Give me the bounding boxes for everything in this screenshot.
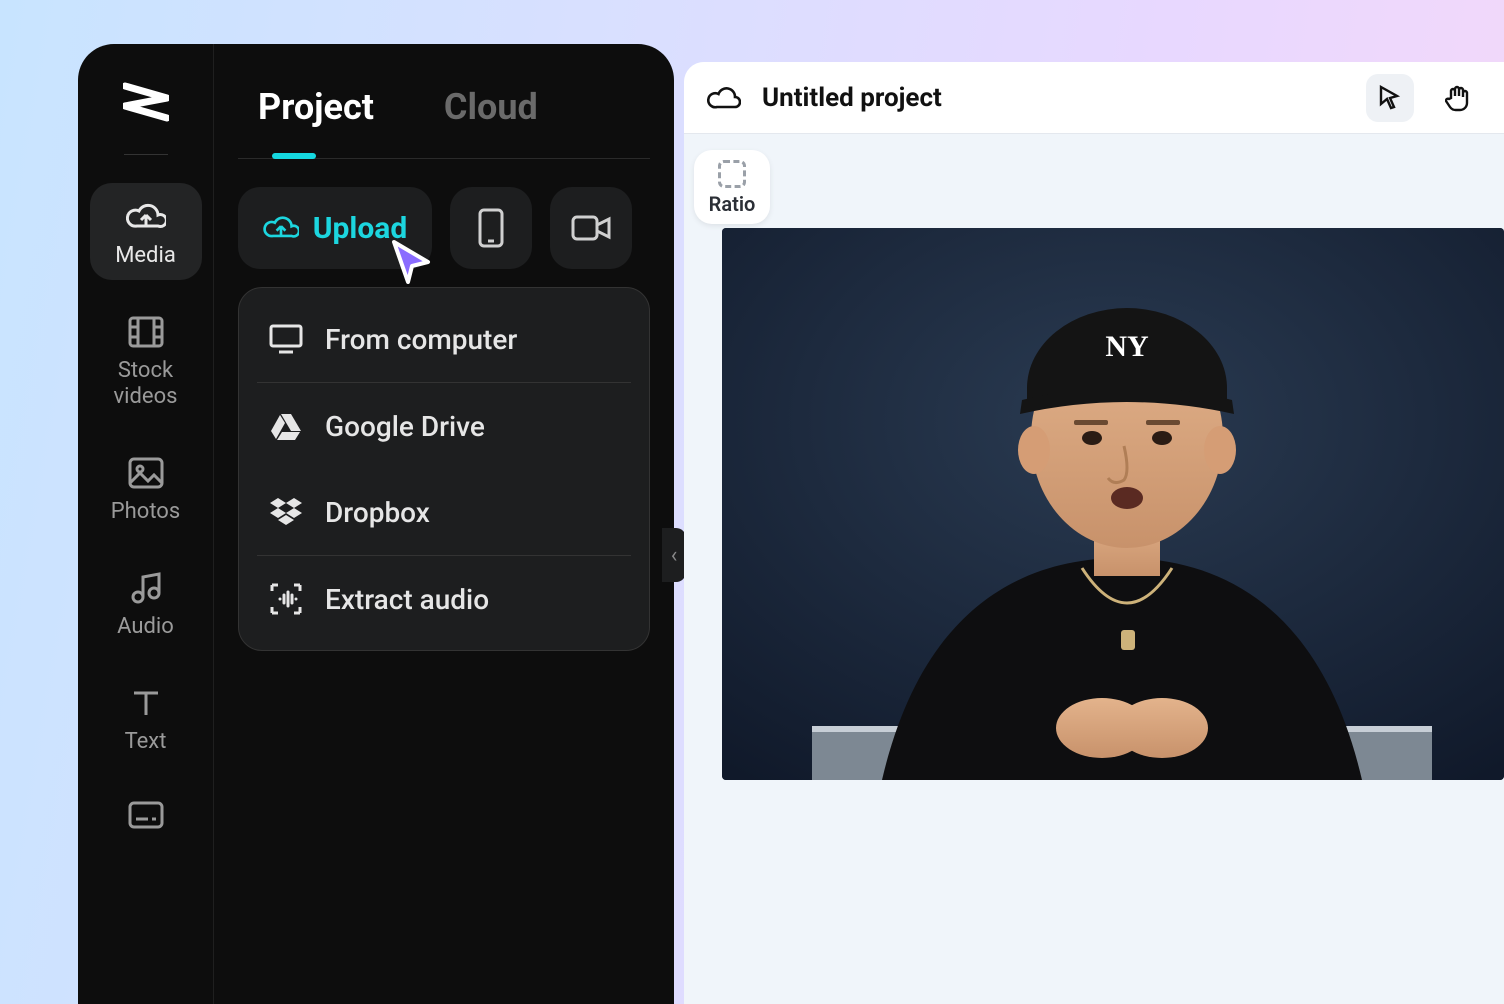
hand-icon (1445, 84, 1471, 112)
video-preview[interactable]: NY (722, 228, 1504, 780)
sidebar-rail: Media Stock videos Photos Audio Text (78, 44, 214, 1004)
dropdown-label: Dropbox (325, 496, 430, 529)
monitor-icon (269, 322, 303, 356)
mobile-import-button[interactable] (450, 187, 532, 269)
sidebar-item-captions[interactable] (90, 785, 202, 845)
sidebar-label: Photos (111, 499, 180, 524)
sidebar-label: Text (125, 729, 167, 754)
sidebar-item-audio[interactable]: Audio (90, 554, 202, 651)
ratio-label: Ratio (709, 192, 756, 216)
extract-icon (269, 582, 303, 616)
panel-tabs: Project Cloud (238, 44, 650, 159)
dropdown-label: Google Drive (325, 410, 485, 443)
dropdown-item-google-drive[interactable]: Google Drive (239, 383, 649, 469)
dropdown-label: From computer (325, 323, 517, 356)
app-logo[interactable] (118, 74, 174, 130)
sidebar-label: Audio (117, 614, 174, 639)
divider (124, 154, 168, 155)
action-row: Upload (238, 159, 650, 269)
project-title[interactable]: Untitled project (762, 83, 1346, 113)
tab-project[interactable]: Project (258, 86, 374, 158)
cloud-up-icon (126, 197, 166, 237)
upload-dropdown: From computer Google Drive Dropbox (238, 287, 650, 651)
media-panel: Media Stock videos Photos Audio Text (78, 44, 674, 1004)
camera-icon (571, 213, 611, 243)
preview-frame: NY (722, 228, 1504, 780)
select-tool-button[interactable] (1366, 74, 1414, 122)
sidebar-label: Media (115, 243, 176, 268)
sidebar-item-text[interactable]: Text (90, 669, 202, 766)
image-icon (126, 453, 166, 493)
dropdown-item-from-computer[interactable]: From computer (239, 296, 649, 382)
ratio-button[interactable]: Ratio (694, 150, 770, 224)
sidebar-label: Stock videos (114, 358, 178, 409)
tab-cloud[interactable]: Cloud (444, 86, 538, 158)
sidebar-item-stock-videos[interactable]: Stock videos (90, 298, 202, 421)
caption-icon (126, 795, 166, 835)
panel-collapse-handle[interactable]: ‹ (662, 528, 686, 582)
dropdown-label: Extract audio (325, 583, 489, 616)
dropdown-item-extract-audio[interactable]: Extract audio (239, 556, 649, 642)
record-button[interactable] (550, 187, 632, 269)
canvas-area: Untitled project Ratio (684, 62, 1504, 1004)
ratio-icon (718, 160, 746, 188)
svg-text:NY: NY (1105, 330, 1149, 363)
gdrive-icon (269, 409, 303, 443)
cursor-icon (1378, 85, 1402, 111)
sidebar-item-media[interactable]: Media (90, 183, 202, 280)
film-icon (126, 312, 166, 352)
hand-tool-button[interactable] (1434, 74, 1482, 122)
cloud-up-icon (263, 213, 299, 243)
music-icon (126, 568, 166, 608)
phone-icon (478, 208, 504, 248)
panel-body: Project Cloud Upload From computer (214, 44, 674, 1004)
upload-button[interactable]: Upload (238, 187, 432, 269)
text-icon (126, 683, 166, 723)
dropdown-item-dropbox[interactable]: Dropbox (239, 469, 649, 555)
canvas-topbar: Untitled project (684, 62, 1504, 134)
sidebar-item-photos[interactable]: Photos (90, 439, 202, 536)
upload-label: Upload (313, 211, 407, 246)
cloud-icon (706, 80, 742, 116)
dropbox-icon (269, 495, 303, 529)
